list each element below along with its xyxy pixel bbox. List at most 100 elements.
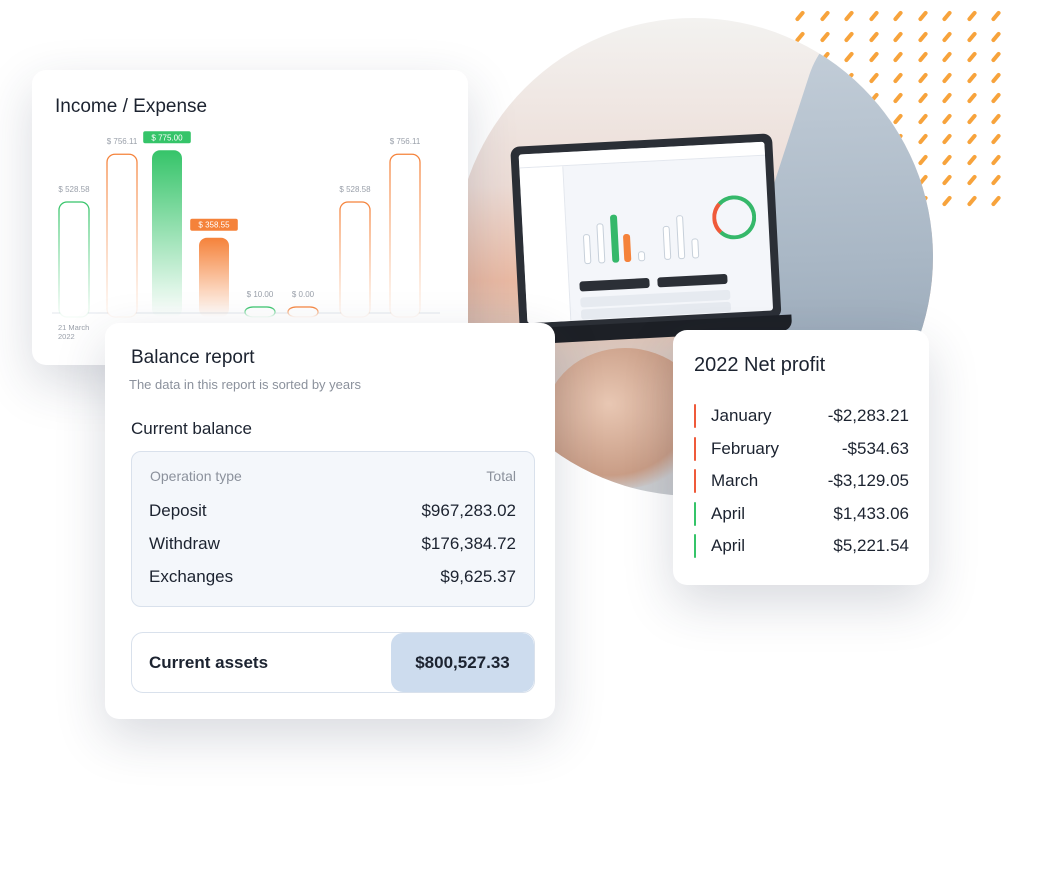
chart-bar: $ 528.58 (58, 185, 90, 318)
chart-bar: $ 775.00 (143, 131, 191, 317)
decorative-dot (990, 112, 1002, 125)
decorative-dot (941, 153, 953, 166)
decorative-dot (966, 30, 977, 43)
chart-value-label: $ 528.58 (58, 185, 90, 194)
decorative-dot (990, 153, 1002, 166)
chart-value-label: $ 0.00 (292, 290, 315, 299)
decorative-dot (941, 112, 953, 125)
profit-value: -$2,283.21 (827, 406, 909, 425)
chart-date-year-label: 2022 (58, 332, 75, 341)
decorative-dot (941, 133, 953, 145)
profit-value: $1,433.06 (833, 503, 909, 523)
profit-month: April (711, 503, 746, 523)
chart-value-label: $ 10.00 (247, 290, 274, 299)
decorative-dot (990, 30, 1002, 43)
chart-date-label: 21 March (58, 323, 89, 332)
operation-total-cell: $176,384.72 (421, 534, 516, 553)
net-profit-card: 2022 Net profit January -$2,283.21 Februar… (673, 330, 929, 585)
profit-value: -$534.63 (841, 438, 909, 458)
chart-bar-rect (244, 306, 276, 318)
decorative-dot (966, 51, 977, 63)
decorative-dot (990, 133, 1002, 145)
decorative-dot (990, 174, 1002, 186)
decorative-dot (941, 30, 953, 43)
operation-total-cell: $967,283.02 (421, 501, 516, 520)
profit-value: $5,221.54 (833, 536, 909, 555)
operations-table-header: Operation type Total (150, 468, 516, 486)
decorative-dot (941, 194, 953, 207)
profit-indicator-bar (694, 534, 696, 558)
profit-indicator-bar (694, 501, 696, 526)
list-item: April $5,221.54 (694, 534, 909, 558)
list-item: March -$3,129.05 (694, 469, 909, 493)
balance-report-card: Balance report The data in this report i… (105, 323, 555, 719)
chart-value-label: $ 756.11 (107, 137, 138, 146)
decorative-dot (966, 10, 977, 22)
decorative-dot (990, 51, 1002, 63)
decorative-dot (990, 194, 1002, 207)
chart-bar: $ 0.00 (287, 290, 319, 318)
laptop-illustration (509, 133, 793, 346)
profit-indicator-bar (694, 436, 696, 461)
chart-bar-rect (339, 201, 371, 318)
decorative-dot (941, 10, 953, 22)
profit-month: April (711, 536, 746, 555)
balance-report-subtitle: The data in this report is sorted by yea… (129, 377, 361, 392)
income-expense-card: Income / Expense $ 528.58 $ 756.11 $ 775.0… (32, 70, 468, 365)
chart-value-label: $ 358.55 (198, 221, 230, 230)
chart-bar-rect (389, 153, 421, 318)
income-expense-chart: $ 528.58 $ 756.11 $ 775.00 $ 358.55 $ 10.00 $… (52, 131, 440, 341)
table-row: Exchanges $9,625.37 (149, 567, 516, 589)
chart-bar: $ 756.11 (106, 137, 138, 318)
laptop-screen-dashboard (518, 141, 774, 324)
table-row: Deposit $967,283.02 (149, 501, 516, 523)
chart-bar: $ 756.11 (389, 137, 421, 318)
decorative-dot (941, 71, 953, 84)
list-item: April $1,433.06 (694, 501, 909, 526)
net-profit-title: 2022 Net profit (694, 354, 826, 376)
decorative-dot (941, 92, 953, 104)
chart-bar: $ 358.55 (190, 218, 238, 317)
column-header-total: Total (486, 468, 516, 484)
chart-bar-rect (58, 201, 90, 318)
column-header-operation-type: Operation type (150, 468, 242, 484)
table-row: Withdraw $176,384.72 (149, 534, 516, 556)
decorative-dot (990, 10, 1002, 22)
chart-bar: $ 528.58 (339, 185, 371, 318)
chart-value-label: $ 528.58 (339, 185, 371, 194)
decorative-dot (966, 174, 977, 186)
balance-report-title: Balance report (131, 347, 255, 368)
decorative-dot (843, 10, 855, 22)
decorative-dot (794, 10, 806, 22)
profit-month: February (711, 438, 780, 458)
decorative-dot (966, 92, 977, 104)
chart-value-label: $ 756.11 (390, 137, 421, 146)
decorative-dot (966, 194, 977, 207)
chart-bar-rect (199, 237, 229, 317)
chart-bar-rect (106, 153, 138, 318)
profit-indicator-bar (694, 404, 696, 428)
current-balance-heading: Current balance (131, 419, 252, 438)
marketing-composition: Income / Expense $ 528.58 $ 756.11 $ 775.0… (0, 0, 1049, 869)
profit-month: March (711, 471, 759, 490)
list-item: January -$2,283.21 (694, 404, 909, 428)
decorative-dot (966, 133, 977, 145)
current-assets-summary: Current assets $800,527.33 (131, 632, 535, 693)
decorative-dot (941, 51, 953, 63)
current-assets-value: $800,527.33 (391, 633, 534, 692)
operations-table: Operation type Total Deposit $967,283.02… (131, 451, 535, 607)
chart-bar-rect (287, 306, 319, 318)
current-assets-label: Current assets (149, 653, 269, 672)
decorative-dot (966, 112, 977, 125)
decorative-dot (990, 71, 1002, 84)
decorative-dot (966, 71, 977, 84)
decorative-dot (941, 174, 953, 186)
list-item: February -$534.63 (694, 436, 909, 461)
chart-bar: $ 10.00 (244, 290, 276, 318)
operation-type-cell: Deposit (149, 501, 207, 520)
decorative-dot (966, 153, 977, 166)
profit-value: -$3,129.05 (827, 471, 909, 490)
chart-bar-rect (152, 150, 182, 317)
chart-value-label: $ 775.00 (151, 133, 183, 142)
decorative-dot (990, 92, 1002, 104)
